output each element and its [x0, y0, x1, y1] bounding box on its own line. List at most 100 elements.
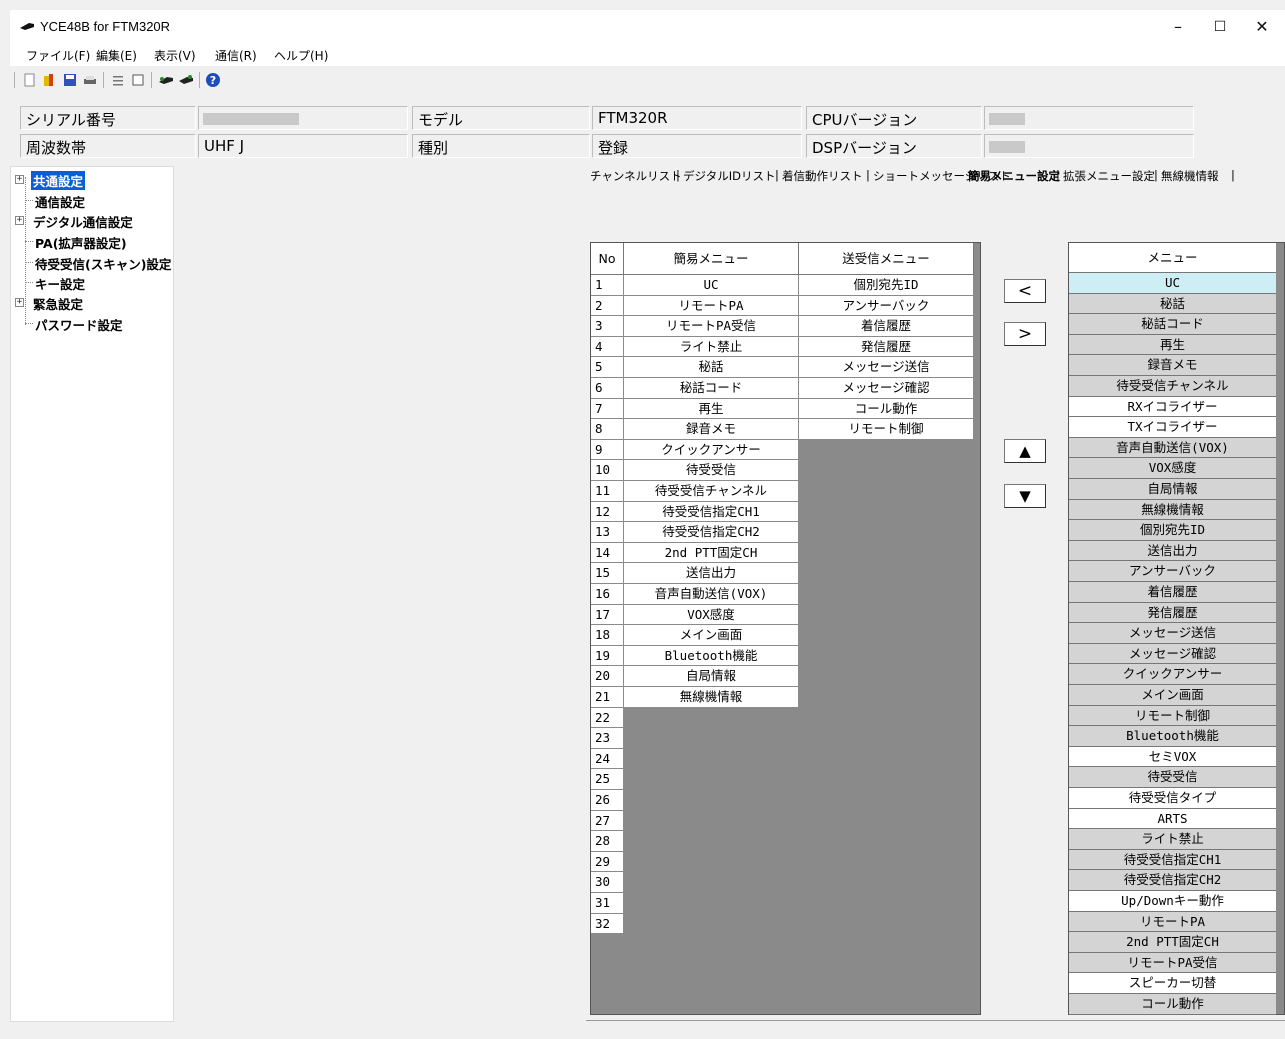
close-button[interactable]: ✕ — [1239, 10, 1285, 44]
menu-list-scrollbar[interactable] — [1276, 243, 1284, 1014]
simple-menu-cell[interactable]: 音声自動送信(VOX) — [624, 584, 799, 605]
simple-menu-cell[interactable]: 自局情報 — [624, 666, 799, 687]
menu-list-item[interactable]: 自局情報 — [1069, 479, 1276, 500]
list-icon[interactable] — [110, 72, 126, 88]
tab-simple-menu-settings[interactable]: 簡易メニュー設定 — [968, 168, 1060, 184]
menu-list-item[interactable]: リモートPA受信 — [1069, 952, 1276, 974]
expand-icon[interactable]: + — [15, 216, 24, 225]
simple-menu-cell[interactable]: クイックアンサー — [624, 439, 799, 461]
menu-list-item[interactable]: 発信履歴 — [1069, 602, 1276, 624]
menu-list-item[interactable]: VOX感度 — [1069, 458, 1276, 479]
menu-list-item[interactable]: メイン画面 — [1069, 685, 1276, 706]
txrx-menu-cell[interactable] — [799, 481, 974, 502]
txrx-menu-cell[interactable] — [799, 460, 974, 481]
new-icon[interactable] — [22, 72, 38, 88]
txrx-menu-cell[interactable] — [799, 790, 974, 811]
read-radio-icon[interactable] — [158, 72, 174, 88]
tree-item-key-settings[interactable]: キー設定 — [33, 274, 87, 293]
simple-menu-cell[interactable]: メイン画面 — [624, 625, 799, 646]
txrx-menu-cell[interactable]: メッセージ確認 — [799, 378, 974, 399]
menu-list-item[interactable]: リモートPA — [1069, 911, 1276, 933]
simple-menu-cell[interactable] — [624, 913, 799, 935]
txrx-menu-cell[interactable] — [799, 687, 974, 708]
menu-list-item[interactable]: 音声自動送信(VOX) — [1069, 437, 1276, 459]
simple-menu-cell[interactable]: 待受受信チャンネル — [624, 481, 799, 502]
simple-menu-cell[interactable]: 録音メモ — [624, 419, 799, 440]
menu-list-item[interactable]: ライト禁止 — [1069, 829, 1276, 850]
menu-list-item[interactable]: TXイコライザー — [1069, 417, 1276, 438]
expand-icon[interactable]: + — [15, 175, 24, 184]
simple-menu-cell[interactable] — [624, 790, 799, 811]
expand-icon[interactable]: + — [15, 298, 24, 307]
simple-menu-cell[interactable] — [624, 728, 799, 749]
menu-list-item[interactable]: コール動作 — [1069, 994, 1276, 1015]
txrx-menu-cell[interactable] — [799, 645, 974, 667]
simple-menu-cell[interactable]: ライト禁止 — [624, 336, 799, 358]
window-icon[interactable] — [130, 72, 146, 88]
open-icon[interactable] — [42, 72, 58, 88]
simple-menu-cell[interactable]: VOX感度 — [624, 604, 799, 626]
menu-list-item[interactable]: 待受受信タイプ — [1069, 788, 1276, 809]
simple-menu-cell[interactable]: 待受受信指定CH1 — [624, 501, 799, 523]
simple-menu-cell[interactable]: 秘話コード — [624, 378, 799, 399]
menu-view[interactable]: 表示(V) — [154, 47, 196, 64]
menu-list-item[interactable]: セミVOX — [1069, 746, 1276, 768]
txrx-menu-cell[interactable]: アンサーバック — [799, 295, 974, 317]
txrx-menu-cell[interactable] — [799, 748, 974, 770]
simple-menu-cell[interactable]: 2nd PTT固定CH — [624, 542, 799, 564]
move-up-button[interactable]: ▲ — [1004, 439, 1046, 463]
menu-list-item[interactable]: 再生 — [1069, 334, 1276, 356]
available-menu-list[interactable]: メニュー UC 秘話 秘話コード 再生 録音メモ 待受受信チャンネル RXイコライザー TXイ… — [1068, 242, 1285, 1015]
menu-list-item[interactable]: 着信履歴 — [1069, 582, 1276, 603]
menu-list-item[interactable]: ARTS — [1069, 808, 1276, 830]
txrx-menu-cell[interactable] — [799, 439, 974, 461]
menu-list-item[interactable]: Bluetooth機能 — [1069, 726, 1276, 747]
txrx-menu-cell[interactable] — [799, 584, 974, 605]
txrx-menu-cell[interactable] — [799, 851, 974, 873]
simple-menu-cell[interactable] — [624, 872, 799, 893]
simple-menu-cell[interactable]: 待受受信指定CH2 — [624, 522, 799, 543]
move-left-button[interactable]: < — [1004, 279, 1046, 303]
txrx-menu-cell[interactable] — [799, 666, 974, 687]
tree-item-digital-settings[interactable]: デジタル通信設定 — [31, 212, 135, 231]
menu-comm[interactable]: 通信(R) — [215, 47, 257, 64]
simple-menu-cell[interactable] — [624, 707, 799, 729]
txrx-menu-cell[interactable]: 発信履歴 — [799, 336, 974, 358]
txrx-menu-cell[interactable] — [799, 501, 974, 523]
txrx-menu-cell[interactable] — [799, 810, 974, 832]
tree-item-emergency-settings[interactable]: 緊急設定 — [31, 294, 85, 313]
menu-list-item[interactable]: 秘話コード — [1069, 314, 1276, 335]
menu-list-item[interactable]: 2nd PTT固定CH — [1069, 932, 1276, 953]
menu-list-item[interactable]: メッセージ送信 — [1069, 623, 1276, 644]
txrx-menu-cell[interactable]: メッセージ送信 — [799, 357, 974, 378]
tree-item-scan-settings[interactable]: 待受受信(スキャン)設定 — [33, 254, 173, 273]
menu-list-item[interactable]: 待受受信指定CH1 — [1069, 849, 1276, 871]
tree-item-common-settings[interactable]: 共通設定 — [31, 171, 86, 190]
txrx-menu-cell[interactable] — [799, 913, 974, 935]
settings-tree[interactable]: + 共通設定 通信設定 + デジタル通信設定 PA(拡声器設定) 待受受信(スキ… — [10, 166, 174, 1022]
menu-list-item[interactable]: クイックアンサー — [1069, 664, 1276, 685]
menu-list-item[interactable]: 送信出力 — [1069, 540, 1276, 562]
menu-list-item[interactable]: アンサーバック — [1069, 561, 1276, 582]
txrx-menu-cell[interactable] — [799, 604, 974, 626]
write-radio-icon[interactable] — [178, 72, 194, 88]
menu-list-item[interactable]: UC — [1069, 273, 1276, 294]
menu-list-item[interactable]: RXイコライザー — [1069, 396, 1276, 418]
txrx-menu-cell[interactable]: 着信履歴 — [799, 316, 974, 337]
simple-menu-cell[interactable] — [624, 893, 799, 914]
txrx-menu-cell[interactable]: リモート制御 — [799, 419, 974, 440]
simple-menu-cell[interactable]: UC — [624, 275, 799, 296]
txrx-menu-cell[interactable]: 個別宛先ID — [799, 275, 974, 296]
menu-list-item[interactable]: リモート制御 — [1069, 705, 1276, 727]
simple-menu-cell[interactable]: Bluetooth機能 — [624, 645, 799, 667]
txrx-menu-cell[interactable] — [799, 893, 974, 914]
print-icon[interactable] — [82, 72, 98, 88]
menu-list-item[interactable]: 待受受信指定CH2 — [1069, 870, 1276, 891]
menu-file[interactable]: ファイル(F) — [26, 47, 90, 64]
menu-list-item[interactable]: 待受受信 — [1069, 767, 1276, 788]
simple-menu-cell[interactable]: 再生 — [624, 398, 799, 420]
txrx-menu-cell[interactable] — [799, 542, 974, 564]
menu-edit[interactable]: 編集(E) — [96, 47, 137, 64]
menu-list-item[interactable]: 待受受信チャンネル — [1069, 376, 1276, 397]
txrx-menu-cell[interactable] — [799, 831, 974, 852]
